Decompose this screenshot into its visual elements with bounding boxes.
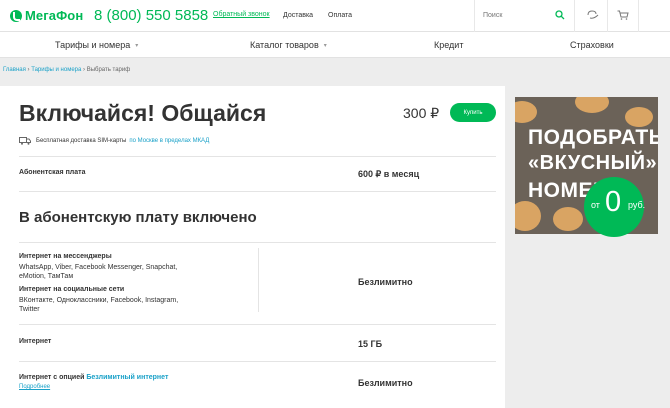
option-label-prefix: Интернет с опцией xyxy=(19,374,85,381)
fee-value: 600 ₽ в месяц xyxy=(358,169,420,179)
main-menu: Тарифы и номера ▾ Каталог товаров ▾ Кред… xyxy=(0,32,670,58)
messengers-list-line-2: eMotion, ТамТам xyxy=(19,273,74,280)
buy-button[interactable]: Купить xyxy=(450,103,496,122)
menu-credit[interactable]: Кредит xyxy=(434,40,463,50)
breadcrumb-current: Выбрать тариф xyxy=(86,67,131,73)
social-list-line-1: ВКонтакте, Одноклассники, Facebook, Inst… xyxy=(19,297,179,304)
account-button[interactable] xyxy=(582,4,604,26)
option-more-link[interactable]: Подробнее xyxy=(19,384,50,390)
divider xyxy=(574,0,575,32)
nav-payment[interactable]: Оплата xyxy=(328,12,352,19)
menu-catalog-label: Каталог товаров xyxy=(250,40,319,50)
included-title: В абонентскую плату включено xyxy=(19,209,257,226)
divider xyxy=(638,0,639,32)
logo-text: МегаФон xyxy=(25,8,84,23)
internet-value: 15 ГБ xyxy=(358,339,383,349)
menu-insurance-label: Страховки xyxy=(570,40,614,50)
delivery-zone-link[interactable]: по Москве в пределах МКАД xyxy=(129,138,209,144)
hotline-phone[interactable]: 8 (800) 550 5858 xyxy=(94,7,208,24)
menu-tariffs-label: Тарифы и номера xyxy=(55,40,131,50)
delivery-text: Бесплатная доставка SIM-карты xyxy=(36,138,127,144)
tariff-price: 300 ₽ xyxy=(403,105,440,121)
option-link[interactable]: Безлимитный интернет xyxy=(86,374,168,381)
promo-price-prefix: от xyxy=(591,200,600,210)
callback-link[interactable]: Обратный звонок xyxy=(213,11,270,18)
delivery-info: Бесплатная доставка SIM-карты по Москве … xyxy=(19,137,209,145)
divider xyxy=(19,191,496,192)
promo-line-2: «ВКУСНЫЙ» xyxy=(528,152,658,174)
search-button[interactable] xyxy=(549,4,571,26)
divider xyxy=(607,0,608,32)
divider xyxy=(474,0,475,32)
chevron-down-icon: ▾ xyxy=(323,42,327,49)
scrollbar[interactable] xyxy=(658,58,670,408)
user-icon xyxy=(587,10,599,19)
cookie-decoration xyxy=(515,101,537,123)
social-label: Интернет на социальные сети xyxy=(19,286,125,293)
truck-icon xyxy=(19,137,31,145)
megafon-logo[interactable]: МегаФон xyxy=(10,8,83,23)
cookie-decoration xyxy=(575,97,609,113)
promo-price-suffix: руб. xyxy=(628,200,646,210)
menu-catalog[interactable]: Каталог товаров ▾ xyxy=(250,40,327,50)
messengers-list-line-1: WhatsApp, Viber, Facebook Messenger, Sna… xyxy=(19,264,178,271)
option-value: Безлимитно xyxy=(358,378,413,388)
messengers-label: Интернет на мессенджеры xyxy=(19,253,112,260)
cookie-decoration xyxy=(515,201,541,231)
divider xyxy=(258,248,259,312)
fee-label: Абонентская плата xyxy=(19,169,86,176)
option-label: Интернет с опцией Безлимитный интернет xyxy=(19,373,168,382)
cart-icon xyxy=(617,10,629,20)
menu-tariffs[interactable]: Тарифы и номера ▾ xyxy=(55,40,138,50)
promo-line-1: ПОДОБРАТЬ xyxy=(528,126,658,149)
menu-insurance[interactable]: Страховки xyxy=(570,40,614,50)
chevron-down-icon: ▾ xyxy=(135,42,139,49)
divider xyxy=(19,242,496,243)
social-list-line-2: Twitter xyxy=(19,306,40,313)
top-bar: МегаФон 8 (800) 550 5858 Обратный звонок… xyxy=(0,0,670,32)
divider xyxy=(19,156,496,157)
logo-icon xyxy=(10,9,22,22)
search-icon xyxy=(555,10,565,20)
breadcrumb-home[interactable]: Главная xyxy=(3,67,26,73)
breadcrumb-tariffs[interactable]: Тарифы и номера xyxy=(31,67,81,73)
tariff-title: Включайся! Общайся xyxy=(19,100,267,126)
promo-price-number: 0 xyxy=(605,186,622,218)
menu-credit-label: Кредит xyxy=(434,40,464,50)
cart-button[interactable] xyxy=(612,4,634,26)
messengers-social-value: Безлимитно xyxy=(358,277,413,287)
tariff-card xyxy=(0,86,505,408)
breadcrumb: Главная › Тарифы и номера › Выбрать тари… xyxy=(3,67,130,73)
divider xyxy=(19,361,496,362)
cookie-decoration xyxy=(553,207,583,231)
divider xyxy=(19,324,496,325)
search-input[interactable] xyxy=(477,6,550,25)
internet-label: Интернет xyxy=(19,338,52,345)
cookie-decoration xyxy=(625,107,653,127)
nav-delivery[interactable]: Доставка xyxy=(283,12,313,19)
